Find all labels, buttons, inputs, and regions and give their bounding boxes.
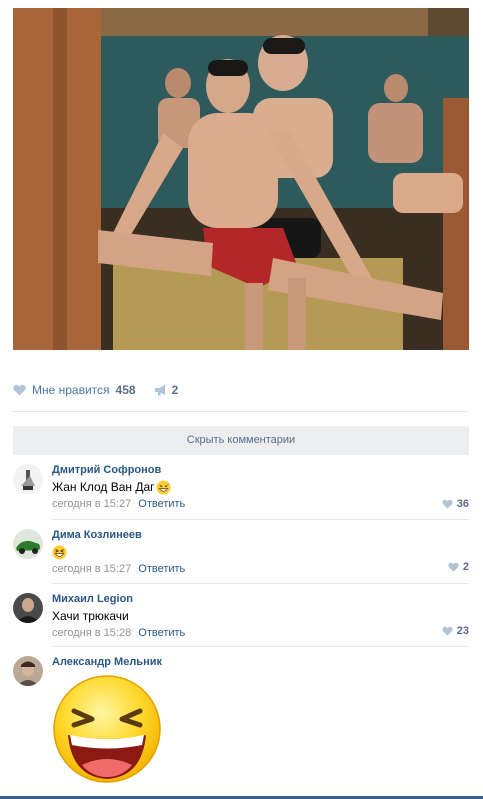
megaphone-icon <box>154 385 165 396</box>
comment-like-count: 36 <box>456 498 469 510</box>
avatar[interactable] <box>13 656 43 686</box>
comment-item: Александр Мельник <box>13 656 469 794</box>
reply-link[interactable]: Ответить <box>138 498 185 510</box>
avatar[interactable] <box>13 464 43 494</box>
heart-icon <box>442 626 453 636</box>
comment-like-count: 23 <box>456 625 469 637</box>
comment-item: Дмитрий Софронов Жан Клод Ван Даг сегодн… <box>13 464 469 514</box>
hide-comments-button[interactable]: Скрыть комментарии <box>13 426 469 455</box>
post-photo[interactable] <box>13 8 469 350</box>
like-label: Мне нравится <box>32 383 110 397</box>
reply-link[interactable]: Ответить <box>138 627 185 639</box>
comment-text: Хачи трюкачи <box>52 609 129 623</box>
comment-author[interactable]: Михаил Legion <box>52 593 133 606</box>
heart-icon <box>448 562 459 572</box>
comment-time[interactable]: сегодня в 15:28 <box>52 627 131 639</box>
comment-item: Михаил Legion Хачи трюкачи сегодня в 15:… <box>13 593 469 639</box>
divider <box>52 583 469 584</box>
share-count: 2 <box>171 383 179 397</box>
comment-item: Дима Козлинеев сегодня в 15:27 Ответить … <box>13 529 469 575</box>
comment-like-button[interactable]: 2 <box>448 561 469 573</box>
reply-link[interactable]: Ответить <box>138 563 185 575</box>
heart-icon <box>442 499 453 509</box>
comment-time[interactable]: сегодня в 15:27 <box>52 563 131 575</box>
avatar[interactable] <box>13 529 43 559</box>
comment-author[interactable]: Дмитрий Софронов <box>52 464 161 477</box>
divider <box>13 411 469 412</box>
comment-time[interactable]: сегодня в 15:27 <box>52 498 131 510</box>
comment-author[interactable]: Дима Козлинеев <box>52 529 142 542</box>
post-like-button[interactable]: Мне нравится 458 <box>13 383 136 397</box>
heart-icon <box>13 384 26 396</box>
share-button[interactable]: 2 <box>154 383 179 397</box>
laughing-smiley-sticker-icon <box>53 675 161 783</box>
comment-text: Жан Клод Ван Даг <box>52 480 155 494</box>
laughing-emoji-icon <box>52 545 67 560</box>
divider <box>52 646 469 647</box>
comment-like-button[interactable]: 36 <box>442 498 469 510</box>
grin-sweat-emoji-icon <box>156 480 171 495</box>
divider <box>52 519 469 520</box>
comment-like-button[interactable]: 23 <box>442 625 469 637</box>
comment-like-count: 2 <box>462 561 469 573</box>
avatar[interactable] <box>13 593 43 623</box>
post-actions: Мне нравится 458 2 <box>13 380 178 400</box>
comment-author[interactable]: Александр Мельник <box>52 656 162 669</box>
like-count: 458 <box>115 383 136 397</box>
